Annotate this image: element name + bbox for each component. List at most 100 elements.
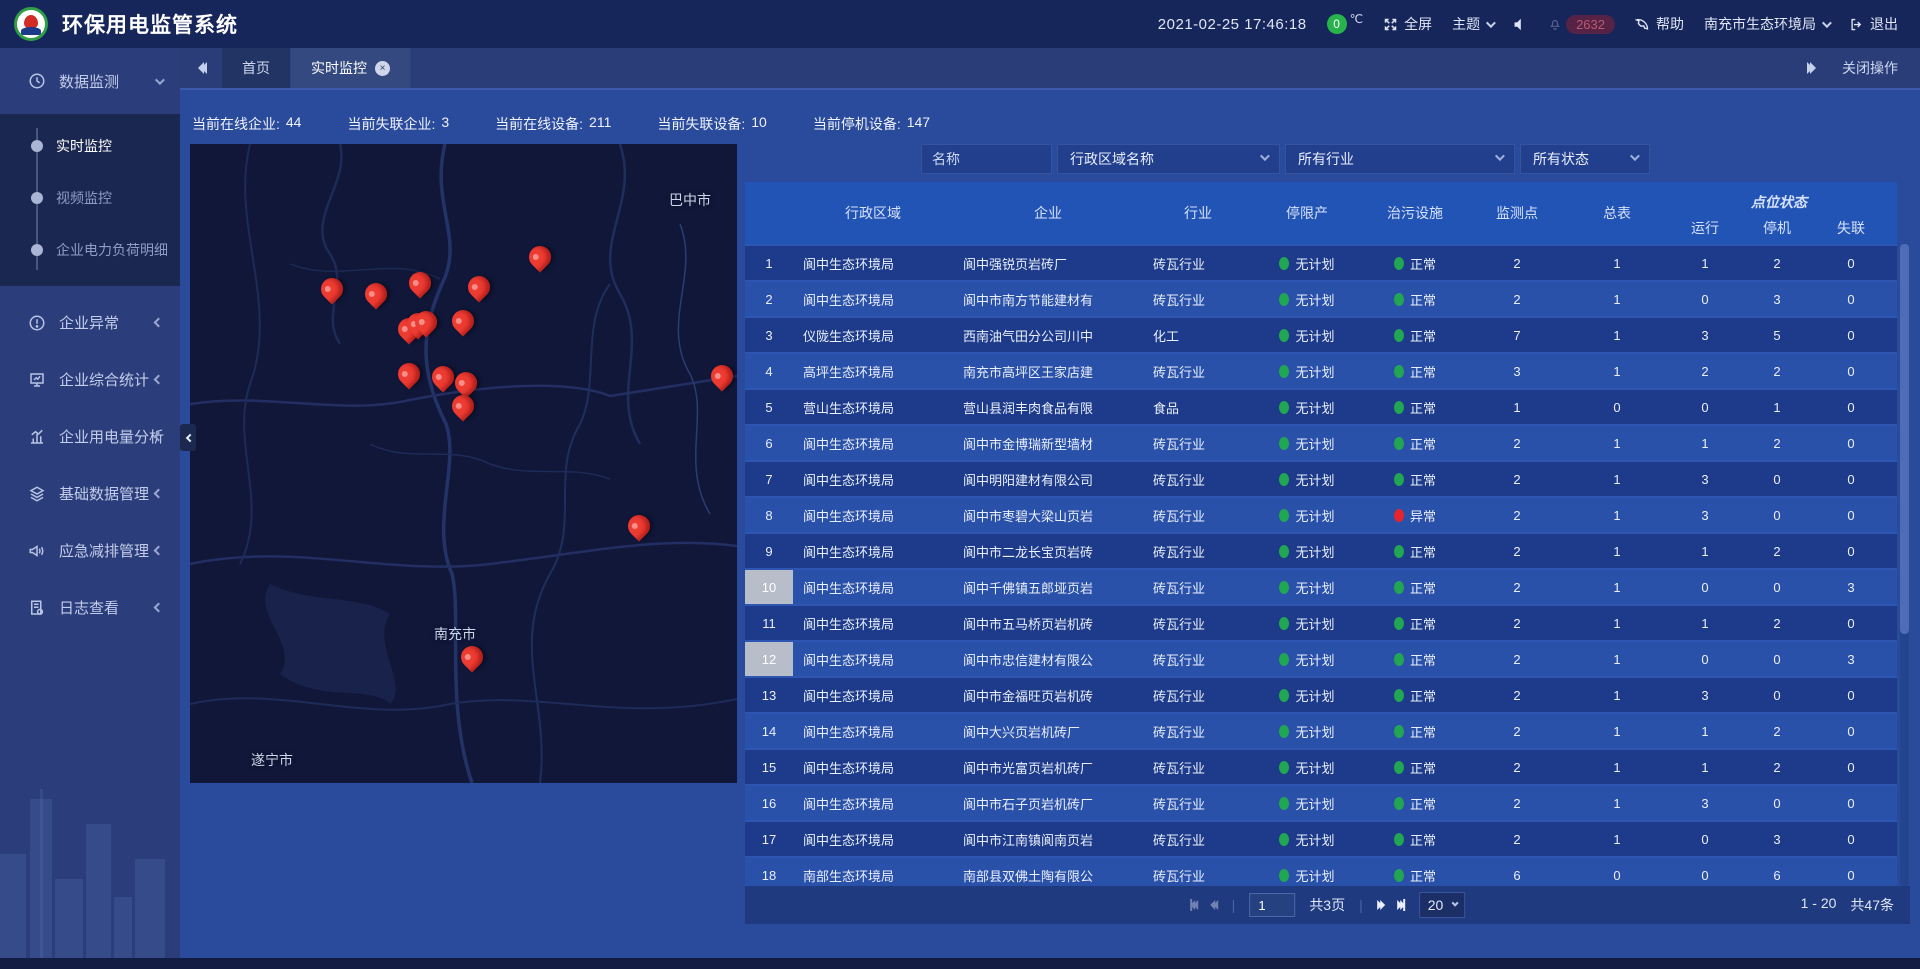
sidebar-item-data-monitoring[interactable]: 数据监测 (0, 48, 180, 114)
status-select[interactable]: 所有状态 (1520, 144, 1650, 174)
sidebar-subitem[interactable]: 视频监控 (0, 172, 180, 224)
page-size-select[interactable]: 20 (1419, 892, 1466, 918)
cell-run-count: 1 (1669, 246, 1741, 280)
cell-run-count: 1 (1669, 426, 1741, 460)
col-meter: 总表 (1565, 182, 1669, 244)
status-dot-icon (1394, 509, 1404, 522)
cell-run-count: 1 (1669, 714, 1741, 748)
table-row[interactable]: 17 阆中生态环境局 阆中市江南镇阆南页岩 砖瓦行业 无计划 正常 2 1 0 (745, 820, 1897, 856)
cell-monitor-count: 7 (1469, 318, 1565, 352)
cell-industry: 砖瓦行业 (1143, 750, 1253, 784)
status-dot-icon (1279, 797, 1289, 810)
cell-company: 营山县润丰肉食品有限 (953, 390, 1143, 424)
sidebar-subitem[interactable]: 实时监控 (0, 120, 180, 172)
map-canvas[interactable]: 巴中市 南充市 遂宁市 (190, 144, 737, 783)
status-dot-icon (1394, 797, 1404, 810)
last-page-button[interactable] (1397, 899, 1405, 911)
chevron-down-icon (155, 75, 165, 85)
sidebar-item-enterprise-abnormal[interactable]: 企业异常 (0, 294, 180, 351)
right-panel: 行政区域名称 所有行业 所有状态 行政区域 企业 行业 停限产 治污设施 监测点… (745, 144, 1910, 969)
logout-button[interactable]: 退出 (1849, 14, 1898, 34)
cell-stop-status: 无计划 (1253, 678, 1361, 712)
notification-count-badge: 2632 (1566, 15, 1615, 34)
sound-button[interactable] (1513, 17, 1528, 32)
name-search-input[interactable] (921, 144, 1052, 174)
sidebar-collapse-toggle[interactable] (180, 424, 196, 451)
tab[interactable]: 首页 (222, 48, 291, 88)
notifications[interactable]: 2632 (1548, 15, 1615, 34)
row-number: 17 (745, 822, 793, 856)
status-dot-icon (1279, 761, 1289, 774)
app-logo (14, 7, 48, 41)
chevron-left-icon (154, 546, 164, 556)
sidebar-item-log-view[interactable]: 日志查看 (0, 579, 180, 636)
total-count-label: 共47条 (1850, 895, 1894, 915)
table-row[interactable]: 3 仪陇生态环境局 西南油气田分公司川中 化工 无计划 正常 7 1 3 (745, 316, 1897, 352)
theme-dropdown[interactable]: 主题 (1452, 14, 1493, 34)
next-page-button[interactable] (1377, 900, 1383, 910)
sidebar-subitem[interactable]: 企业电力负荷明细 (0, 224, 180, 276)
cell-stop-status: 无计划 (1253, 282, 1361, 316)
table-row[interactable]: 2 阆中生态环境局 阆中市南方节能建材有 砖瓦行业 无计划 正常 2 1 0 (745, 280, 1897, 316)
cell-stop-status: 无计划 (1253, 426, 1361, 460)
sidebar-item-base-data[interactable]: 基础数据管理 (0, 465, 180, 522)
cell-industry: 砖瓦行业 (1143, 426, 1253, 460)
range-label: 1 - 20 (1801, 895, 1837, 915)
first-page-button[interactable] (1190, 899, 1198, 911)
region-select[interactable]: 行政区域名称 (1057, 144, 1280, 174)
table-row[interactable]: 15 阆中生态环境局 阆中市光富页岩机砖厂 砖瓦行业 无计划 正常 2 1 1 (745, 748, 1897, 784)
prev-page-button[interactable] (1212, 900, 1218, 910)
col-lost: 失联 (1813, 218, 1889, 238)
chevron-down-icon (1495, 151, 1505, 161)
industry-select[interactable]: 所有行业 (1285, 144, 1515, 174)
cell-industry: 砖瓦行业 (1143, 246, 1253, 280)
status-dot-icon (1394, 473, 1404, 486)
cell-stop-status: 无计划 (1253, 606, 1361, 640)
status-dot-icon (1279, 725, 1289, 738)
table-row[interactable]: 12 阆中生态环境局 阆中市忠信建材有限公 砖瓦行业 无计划 正常 2 1 0 (745, 640, 1897, 676)
sidebar-item-emergency-reduction[interactable]: 应急减排管理 (0, 522, 180, 579)
table-row[interactable]: 16 阆中生态环境局 阆中市石子页岩机砖厂 砖瓦行业 无计划 正常 2 1 3 (745, 784, 1897, 820)
sidebar-item-power-analysis[interactable]: 企业用电量分析 (0, 408, 180, 465)
status-dot-icon (1394, 833, 1404, 846)
cell-facility-status: 异常 (1361, 498, 1469, 532)
table-row[interactable]: 10 阆中生态环境局 阆中千佛镇五郎垭页岩 砖瓦行业 无计划 正常 2 1 0 (745, 568, 1897, 604)
table-row[interactable]: 14 阆中生态环境局 阆中大兴页岩机砖厂 砖瓦行业 无计划 正常 2 1 1 (745, 712, 1897, 748)
status-dot-icon (1279, 365, 1289, 378)
table-row[interactable]: 13 阆中生态环境局 阆中市金福旺页岩机砖 砖瓦行业 无计划 正常 2 1 3 (745, 676, 1897, 712)
table-row[interactable]: 18 南部生态环境局 南部县双佛土陶有限公 砖瓦行业 无计划 正常 6 0 0 (745, 856, 1897, 886)
table-row[interactable]: 7 阆中生态环境局 阆中明阳建材有限公司 砖瓦行业 无计划 正常 2 1 3 (745, 460, 1897, 496)
cell-stopped-count: 2 (1741, 246, 1813, 280)
page-number-input[interactable] (1249, 893, 1295, 917)
cell-lost-count: 0 (1813, 426, 1889, 460)
table-row[interactable]: 8 阆中生态环境局 阆中市枣碧大梁山页岩 砖瓦行业 无计划 异常 2 1 3 (745, 496, 1897, 532)
col-industry: 行业 (1143, 182, 1253, 244)
cell-stop-status: 无计划 (1253, 318, 1361, 352)
table-row[interactable]: 9 阆中生态环境局 阆中市二龙长宝页岩砖 砖瓦行业 无计划 正常 2 1 1 (745, 532, 1897, 568)
cell-industry: 砖瓦行业 (1143, 570, 1253, 604)
cell-company: 阆中千佛镇五郎垭页岩 (953, 570, 1143, 604)
tabs-scroll-right-button[interactable] (1810, 62, 1816, 74)
table-row[interactable]: 11 阆中生态环境局 阆中市五马桥页岩机砖 砖瓦行业 无计划 正常 2 1 1 (745, 604, 1897, 640)
scrollbar-thumb[interactable] (1900, 244, 1909, 634)
cell-industry: 砖瓦行业 (1143, 858, 1253, 886)
status-dot-icon (1279, 545, 1289, 558)
chevron-left-icon (154, 375, 164, 385)
table-row[interactable]: 4 高坪生态环境局 南充市高坪区王家店建 砖瓦行业 无计划 正常 3 1 2 (745, 352, 1897, 388)
help-button[interactable]: 帮助 (1635, 14, 1684, 34)
sidebar-item-enterprise-statistics[interactable]: 企业综合统计 (0, 351, 180, 408)
close-icon[interactable]: × (375, 61, 390, 76)
cell-run-count: 0 (1669, 858, 1741, 886)
tab[interactable]: 实时监控 × (291, 48, 411, 88)
bullet-dot-icon (31, 140, 43, 152)
table-row[interactable]: 1 阆中生态环境局 阆中强锐页岩砖厂 砖瓦行业 无计划 正常 2 1 1 (745, 244, 1897, 280)
table-row[interactable]: 6 阆中生态环境局 阆中市金博瑞新型墙材 砖瓦行业 无计划 正常 2 1 1 (745, 424, 1897, 460)
app-header: 环保用电监管系统 2021-02-25 17:46:18 0 ℃ 全屏 主题 2… (0, 0, 1920, 48)
cell-monitor-count: 6 (1469, 858, 1565, 886)
cell-lost-count: 0 (1813, 606, 1889, 640)
org-dropdown[interactable]: 南充市生态环境局 (1704, 14, 1829, 34)
close-all-tabs-button[interactable]: 关闭操作 (1842, 58, 1898, 78)
table-row[interactable]: 5 营山生态环境局 营山县润丰肉食品有限 食品 无计划 正常 1 0 0 (745, 388, 1897, 424)
tabs-scroll-left-button[interactable] (180, 48, 222, 88)
fullscreen-button[interactable]: 全屏 (1383, 14, 1432, 34)
